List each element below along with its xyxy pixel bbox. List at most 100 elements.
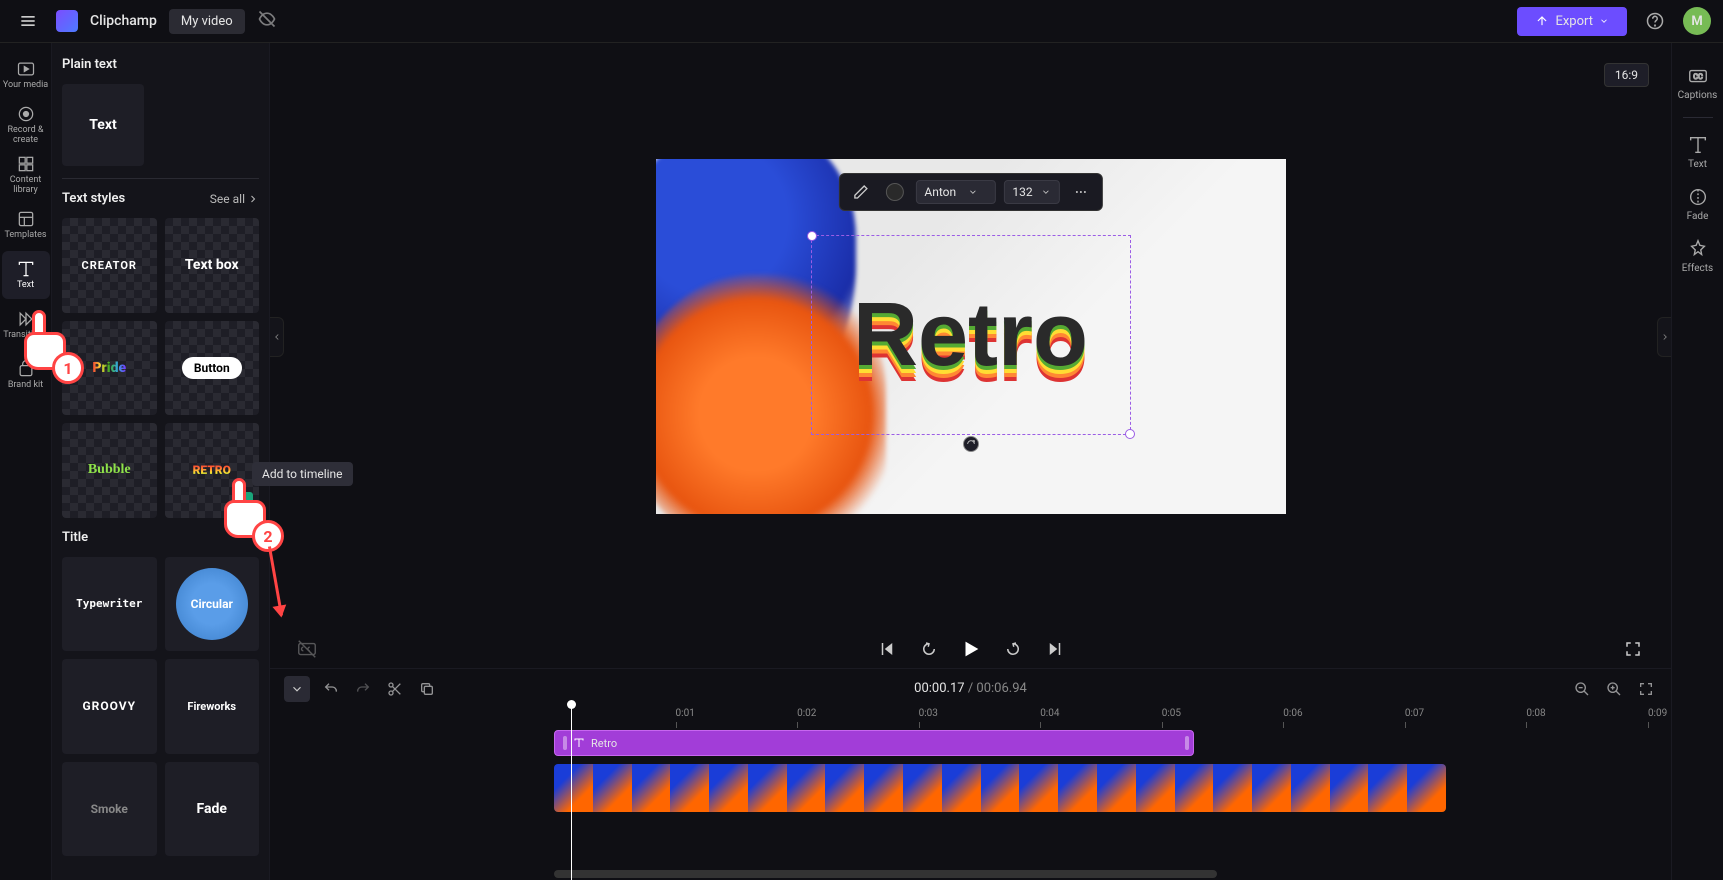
text-clip[interactable]: Retro xyxy=(554,730,1194,756)
nav-label: Templates xyxy=(4,231,46,241)
chevron-right-icon xyxy=(1660,332,1670,342)
rotate-handle[interactable] xyxy=(963,436,979,452)
tooltip-text: Add to timeline xyxy=(262,467,343,481)
title-groovy[interactable]: GROOVY xyxy=(62,659,157,754)
title-smoke[interactable]: Smoke xyxy=(62,762,157,857)
text-styles-header: Text styles See all xyxy=(62,191,259,206)
divider xyxy=(62,178,259,179)
size-value: 132 xyxy=(1012,185,1032,199)
help-button[interactable] xyxy=(1639,5,1671,37)
clip-grip-right[interactable] xyxy=(1185,736,1189,750)
clip-grip-left[interactable] xyxy=(563,736,567,750)
rr-label: Effects xyxy=(1682,263,1713,274)
text-selection-box[interactable]: Retro xyxy=(811,235,1131,435)
font-dropdown[interactable]: Anton xyxy=(915,180,995,204)
canvas-column: 16:9 Anton 132 xyxy=(270,43,1671,880)
zoom-in-button[interactable] xyxy=(1603,678,1625,700)
video-clip[interactable] xyxy=(554,764,1446,812)
style-label: Text box xyxy=(185,257,239,273)
nav-content-library[interactable]: Content library xyxy=(2,151,50,199)
export-button[interactable]: Export xyxy=(1517,7,1627,36)
redo-button[interactable] xyxy=(352,678,374,700)
nav-templates[interactable]: Templates xyxy=(2,201,50,249)
project-title[interactable]: My video xyxy=(169,9,245,34)
ruler-tick: 0:01 xyxy=(676,708,695,719)
text-panel-button[interactable]: Text xyxy=(1676,130,1720,174)
effects-panel-button[interactable]: Effects xyxy=(1676,234,1720,278)
playback-controls xyxy=(270,630,1671,668)
plain-text-label: Text xyxy=(89,117,116,133)
skip-forward-button[interactable] xyxy=(1043,637,1067,661)
nav-record-create[interactable]: Record & create xyxy=(2,101,50,149)
timeline-scrollbar[interactable] xyxy=(554,870,1659,878)
canvas-text[interactable]: Retro xyxy=(853,284,1088,387)
fade-panel-button[interactable]: Fade xyxy=(1676,182,1720,226)
aspect-ratio-button[interactable]: 16:9 xyxy=(1604,63,1649,87)
see-all-button[interactable]: See all xyxy=(210,192,259,206)
style-creator[interactable]: CREATOR xyxy=(62,218,157,313)
playhead[interactable] xyxy=(571,708,572,880)
preview-canvas[interactable]: Retro xyxy=(656,159,1286,514)
menu-button[interactable] xyxy=(12,5,44,37)
nav-label: Record & create xyxy=(2,126,50,146)
chevron-down-icon xyxy=(290,682,304,696)
current-time: 00:00.17 xyxy=(914,681,964,696)
rewind-icon xyxy=(920,640,938,658)
title-label: Typewriter xyxy=(76,597,142,610)
title-fade[interactable]: Fade xyxy=(165,762,260,857)
style-retro[interactable]: RETRO xyxy=(165,423,260,518)
undo-button[interactable] xyxy=(320,678,342,700)
plain-text-thumb[interactable]: Text xyxy=(62,84,144,166)
chevron-down-icon xyxy=(1599,16,1609,26)
nav-label: Content library xyxy=(2,176,50,196)
titles-grid: Typewriter Circular GROOVY Fireworks Smo… xyxy=(62,557,259,857)
style-pride[interactable]: Pride xyxy=(62,321,157,416)
style-button[interactable]: Button xyxy=(165,321,260,416)
timeline-tracks[interactable]: Retro xyxy=(554,730,1659,880)
zoom-out-button[interactable] xyxy=(1571,678,1593,700)
title-circular[interactable]: Circular xyxy=(165,557,260,652)
rr-label: Fade xyxy=(1687,211,1709,222)
style-textbox[interactable]: Text box xyxy=(165,218,260,313)
nav-transitions[interactable]: Transitions xyxy=(2,301,50,349)
zoom-fit-button[interactable] xyxy=(1635,678,1657,700)
play-button[interactable] xyxy=(959,637,983,661)
timeline-toolbar: 00:00.17 / 00:06.94 xyxy=(270,668,1671,708)
skip-back-button[interactable] xyxy=(875,637,899,661)
color-swatch-icon xyxy=(885,183,903,201)
text-icon xyxy=(1687,134,1709,156)
timeline-collapse-button[interactable] xyxy=(284,676,310,702)
captions-toggle[interactable] xyxy=(296,638,318,660)
more-options-button[interactable] xyxy=(1068,179,1094,205)
title-fireworks[interactable]: Fireworks xyxy=(165,659,260,754)
font-value: Anton xyxy=(924,185,956,199)
user-avatar[interactable]: M xyxy=(1683,7,1711,35)
forward-icon xyxy=(1004,640,1022,658)
undo-icon xyxy=(323,681,339,697)
copy-button[interactable] xyxy=(416,678,438,700)
visibility-icon[interactable] xyxy=(257,9,281,33)
fullscreen-button[interactable] xyxy=(1621,637,1645,661)
font-size-dropdown[interactable]: 132 xyxy=(1003,180,1059,204)
ruler-tick: 0:02 xyxy=(797,708,816,719)
edit-text-button[interactable] xyxy=(847,179,873,205)
collapse-right-button[interactable] xyxy=(1657,317,1671,357)
rewind-button[interactable] xyxy=(917,637,941,661)
add-to-timeline-button[interactable] xyxy=(233,492,253,512)
color-button[interactable] xyxy=(881,179,907,205)
title-typewriter[interactable]: Typewriter xyxy=(62,557,157,652)
split-button[interactable] xyxy=(384,678,406,700)
copy-icon xyxy=(419,681,435,697)
record-icon xyxy=(16,104,36,124)
nav-brand-kit[interactable]: Brand kit xyxy=(2,351,50,399)
nav-text[interactable]: Text xyxy=(2,251,50,299)
zoom-out-icon xyxy=(1574,681,1590,697)
title-label: Fireworks xyxy=(187,700,236,713)
forward-button[interactable] xyxy=(1001,637,1025,661)
captions-panel-button[interactable]: CC Captions xyxy=(1676,61,1720,105)
nav-your-media[interactable]: Your media xyxy=(2,51,50,99)
app-logo-icon xyxy=(56,10,78,32)
timeline-ruler[interactable]: 0:01 0:02 0:03 0:04 0:05 0:06 0:07 0:08 … xyxy=(554,708,1659,730)
collapse-left-button[interactable] xyxy=(270,317,284,357)
style-bubble[interactable]: Bubble xyxy=(62,423,157,518)
